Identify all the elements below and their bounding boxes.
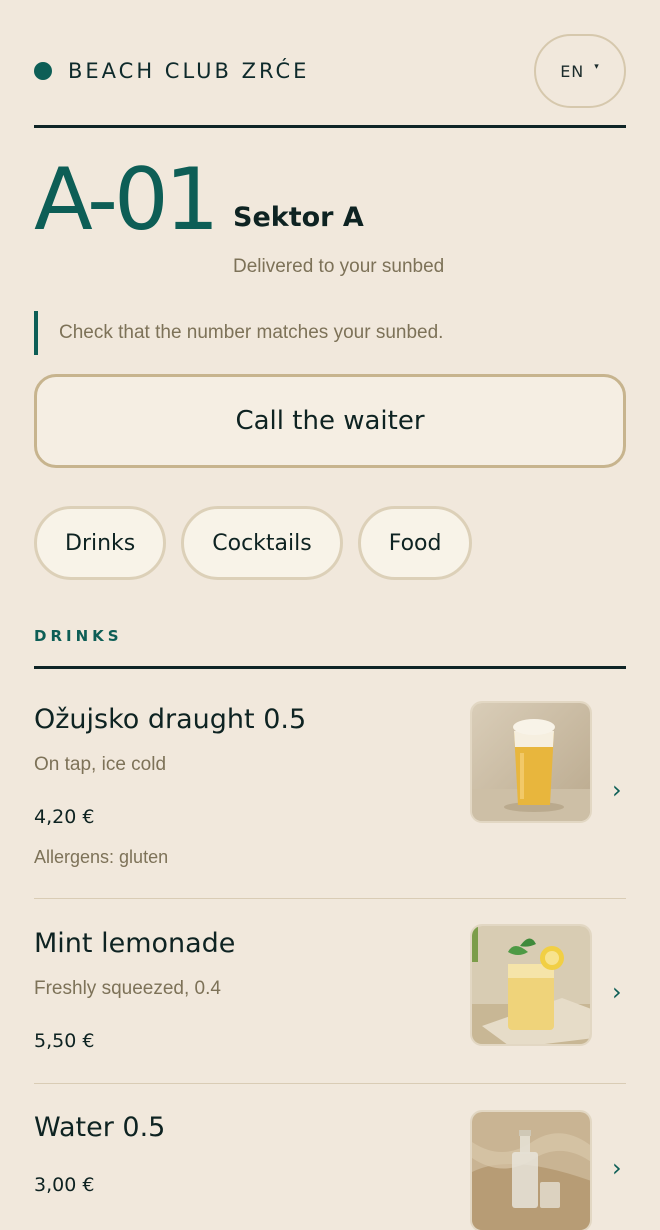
item-allergens: Allergens: gluten [34,847,169,867]
language-label: EN [560,61,585,81]
item-description: On tap, ice cold [34,754,167,775]
lemonade-image [470,924,592,1046]
table-number: A-01 [34,150,219,250]
section-title: DRINKS [34,627,123,645]
menu-item[interactable]: Mint lemonade Freshly squeezed, 0.4 5,50… [34,924,626,1084]
delivery-note: Delivered to your sunbed [233,256,445,277]
brand-dot-icon [34,62,52,80]
sector-label: Sektor A [233,202,364,233]
language-selector[interactable]: EN ▾ [534,34,626,108]
category-tabs: Drinks Cocktails Food [34,506,473,580]
beer-image [470,701,592,823]
item-name: Ožujsko draught 0.5 [34,704,307,735]
item-price: 4,20 € [34,806,95,828]
category-food[interactable]: Food [357,506,473,580]
item-price: 3,00 € [34,1174,95,1196]
item-name: Water 0.5 [34,1112,166,1143]
brand-name: BEACH CLUB ZRĆE [68,59,310,83]
caret-down-icon: ▾ [594,62,600,72]
sunbed-notice: Check that the number matches your sunbe… [34,311,626,355]
water-image [470,1110,592,1230]
menu-item[interactable]: Ožujsko draught 0.5 On tap, ice cold 4,2… [34,700,626,900]
chevron-right-icon[interactable]: › [612,776,622,804]
section-divider [34,666,626,669]
menu-item[interactable]: Water 0.5 3,00 € › [34,1110,626,1230]
item-name: Mint lemonade [34,928,236,959]
header-divider [34,125,626,128]
call-waiter-button[interactable]: Call the waiter [34,374,626,468]
item-divider [34,898,626,899]
chevron-right-icon[interactable]: › [612,978,622,1006]
item-price: 5,50 € [34,1030,95,1052]
notice-text: Check that the number matches your sunbe… [59,322,444,343]
header: BEACH CLUB ZRĆE EN ▾ [34,34,626,108]
item-divider [34,1083,626,1084]
category-cocktails[interactable]: Cocktails [181,506,343,580]
item-description: Freshly squeezed, 0.4 [34,978,221,999]
brand: BEACH CLUB ZRĆE [34,59,309,83]
chevron-right-icon[interactable]: › [612,1154,622,1182]
category-drinks[interactable]: Drinks [34,506,167,580]
